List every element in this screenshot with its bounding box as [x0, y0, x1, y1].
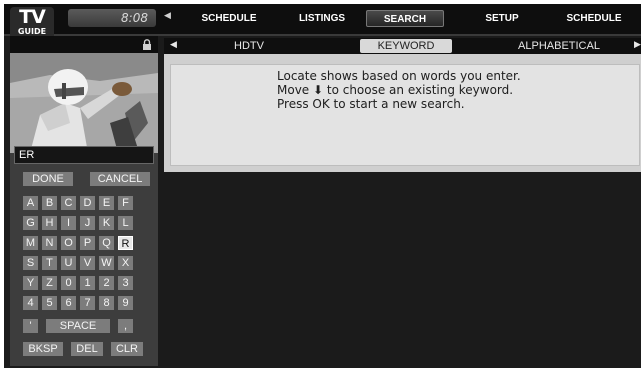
- key-w[interactable]: W: [99, 256, 114, 270]
- cancel-button[interactable]: CANCEL: [90, 172, 150, 186]
- keyword-entry-field[interactable]: ER: [14, 146, 154, 164]
- tab-schedule[interactable]: SCHEDULE: [189, 10, 269, 27]
- key-s[interactable]: S: [23, 256, 38, 270]
- tv-guide-screen: TV GUIDE 8:08 ◀ SCHEDULE LISTINGS SEARCH…: [4, 4, 641, 368]
- backspace-button[interactable]: BKSP: [23, 342, 63, 356]
- subtab-keyword[interactable]: KEYWORD: [360, 39, 452, 53]
- info-line-2: Move ⬇ to choose an existing keyword.: [277, 83, 514, 97]
- key-o[interactable]: O: [61, 236, 76, 250]
- key-1[interactable]: 1: [80, 276, 95, 290]
- search-subtabs: ◀ HDTV KEYWORD ALPHABETICAL ▶: [164, 38, 641, 54]
- done-button[interactable]: DONE: [23, 172, 73, 186]
- key-i[interactable]: I: [61, 216, 76, 230]
- key-8[interactable]: 8: [99, 296, 114, 310]
- subtab-left-arrow-icon[interactable]: ◀: [170, 40, 177, 50]
- logo-tv: TV: [19, 6, 46, 28]
- key-d[interactable]: D: [80, 196, 95, 210]
- tab-search[interactable]: SEARCH: [366, 10, 444, 27]
- key-u[interactable]: U: [61, 256, 76, 270]
- key-g[interactable]: G: [23, 216, 38, 230]
- key-apostrophe[interactable]: ': [23, 319, 38, 333]
- tab-listings[interactable]: LISTINGS: [282, 10, 362, 27]
- info-box: Locate shows based on words you enter. M…: [170, 64, 640, 166]
- space-key[interactable]: SPACE: [46, 319, 110, 333]
- football-player-image: [10, 53, 158, 153]
- key-comma[interactable]: ,: [118, 319, 133, 333]
- key-q[interactable]: Q: [99, 236, 114, 250]
- key-6[interactable]: 6: [61, 296, 76, 310]
- subtab-right-arrow-icon[interactable]: ▶: [634, 40, 641, 50]
- key-n[interactable]: N: [42, 236, 57, 250]
- key-t[interactable]: T: [42, 256, 57, 270]
- key-a[interactable]: A: [23, 196, 38, 210]
- info-line-3: Press OK to start a new search.: [277, 97, 465, 111]
- lock-icon: [143, 39, 151, 50]
- key-4[interactable]: 4: [23, 296, 38, 310]
- key-3[interactable]: 3: [118, 276, 133, 290]
- key-k[interactable]: K: [99, 216, 114, 230]
- left-panel: ER DONE CANCEL A B C D E F G H I J K L M…: [10, 36, 158, 366]
- video-preview: [10, 53, 158, 153]
- nav-left-arrow-icon[interactable]: ◀: [164, 11, 171, 21]
- key-9[interactable]: 9: [118, 296, 133, 310]
- key-2[interactable]: 2: [99, 276, 114, 290]
- key-l[interactable]: L: [118, 216, 133, 230]
- info-panel: Locate shows based on words you enter. M…: [164, 54, 641, 172]
- top-nav-bar: TV GUIDE 8:08 ◀ SCHEDULE LISTINGS SEARCH…: [4, 4, 641, 45]
- key-5[interactable]: 5: [42, 296, 57, 310]
- key-p[interactable]: P: [80, 236, 95, 250]
- key-f[interactable]: F: [118, 196, 133, 210]
- info-line-1: Locate shows based on words you enter.: [277, 69, 521, 83]
- key-x[interactable]: X: [118, 256, 133, 270]
- key-c[interactable]: C: [61, 196, 76, 210]
- key-v[interactable]: V: [80, 256, 95, 270]
- key-j[interactable]: J: [80, 216, 95, 230]
- tab-setup[interactable]: SETUP: [462, 10, 542, 27]
- lock-strip: [10, 36, 158, 53]
- tab-schedule-2[interactable]: SCHEDULE: [554, 10, 634, 27]
- key-z[interactable]: Z: [42, 276, 57, 290]
- key-0[interactable]: 0: [61, 276, 76, 290]
- clock: 8:08: [68, 9, 156, 27]
- subtab-hdtv[interactable]: HDTV: [204, 39, 294, 53]
- delete-button[interactable]: DEL: [71, 342, 103, 356]
- key-h[interactable]: H: [42, 216, 57, 230]
- clear-button[interactable]: CLR: [111, 342, 143, 356]
- subtab-alphabetical[interactable]: ALPHABETICAL: [504, 39, 614, 53]
- key-m[interactable]: M: [23, 236, 38, 250]
- key-b[interactable]: B: [42, 196, 57, 210]
- key-e[interactable]: E: [99, 196, 114, 210]
- key-r[interactable]: R: [118, 236, 133, 250]
- key-7[interactable]: 7: [80, 296, 95, 310]
- key-y[interactable]: Y: [23, 276, 38, 290]
